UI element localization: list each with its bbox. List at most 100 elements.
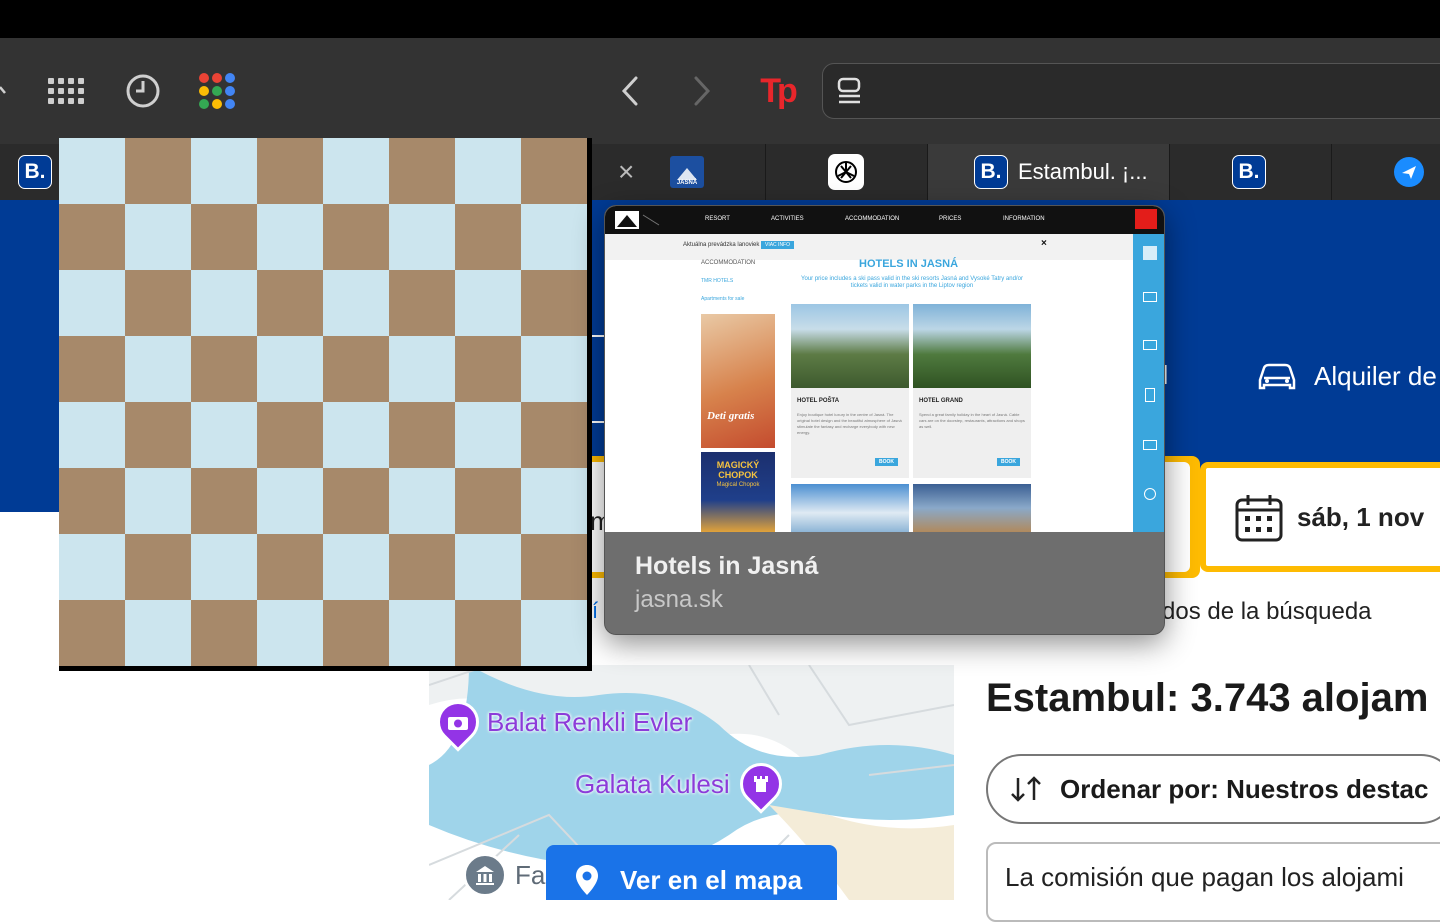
checker-cell — [59, 204, 125, 270]
tab-flights[interactable] — [1332, 144, 1440, 200]
site-side-heading: ACCOMMODATION — [701, 260, 756, 266]
nav-car-rental[interactable]: Alquiler de — [1256, 360, 1437, 392]
commission-notice: La comisión que pagan los alojami — [986, 842, 1440, 922]
site-banner: Aktuálna prevádzka lanoviek VIAC INFO × — [605, 234, 1133, 260]
sort-button[interactable]: Ordenar por: Nuestros destac — [986, 754, 1440, 824]
booking-icon: B. — [18, 155, 52, 189]
grid-icon[interactable] — [44, 70, 86, 112]
map-label-fa: Fa — [515, 859, 546, 890]
chevron-down-icon[interactable] — [0, 76, 10, 106]
jasna-icon: JASNÁ — [670, 156, 704, 188]
tp-extension-label: Tp — [760, 71, 797, 110]
map-poi-fa[interactable]: Fa — [463, 853, 545, 897]
hotel-book-button: BOOK — [875, 458, 898, 466]
checker-cell — [191, 270, 257, 336]
checker-cell — [125, 138, 191, 204]
plane-icon — [1394, 157, 1424, 187]
checker-cell — [59, 534, 125, 600]
map-poi-balat[interactable]: Balat Renkli Evler — [429, 692, 693, 752]
tab-title: Estambul. ¡... — [1018, 159, 1148, 184]
address-bar[interactable] — [822, 63, 1440, 119]
museum-icon — [463, 853, 507, 897]
date-value: sáb, 1 nov — [1297, 502, 1425, 532]
date-picker[interactable]: sáb, 1 nov — [1200, 462, 1440, 572]
history-icon[interactable] — [122, 70, 164, 112]
checker-cell — [257, 204, 323, 270]
map-poi-galata[interactable]: Galata Kulesi — [575, 754, 791, 814]
checker-cell — [125, 402, 191, 468]
site-side-link: TMR HOTELS — [701, 278, 734, 284]
view-map-label: Ver en el mapa — [620, 864, 803, 895]
checker-cell — [59, 468, 125, 534]
sort-icon — [1011, 776, 1041, 802]
checker-cell — [323, 138, 389, 204]
checker-cell — [323, 534, 389, 600]
tab-booking-1[interactable]: B. — [0, 144, 60, 200]
site-nav-item: PRICES — [939, 216, 962, 222]
checker-cell — [257, 534, 323, 600]
booking-icon-label: B. — [1238, 160, 1260, 183]
site-ad-kids-text: Deti gratis — [707, 410, 755, 422]
close-icon[interactable]: × — [618, 156, 648, 188]
checker-cell — [257, 270, 323, 336]
checkerboard-window[interactable] — [59, 138, 592, 671]
hotel-desc: Spend a great family holiday in the hear… — [919, 412, 1025, 429]
map-pin-icon — [576, 865, 598, 895]
hotel-photo — [913, 484, 1031, 532]
booking-icon: B. — [1232, 155, 1266, 189]
tp-extension-icon[interactable]: Tp — [752, 70, 802, 112]
site-ad-chopok: MAGICKÝ CHOPOK Magical Chopok — [701, 452, 775, 532]
back-icon[interactable] — [612, 70, 648, 112]
checker-cell — [257, 600, 323, 666]
forward-icon[interactable] — [684, 70, 720, 112]
hotel-name: HOTEL POŠTA — [797, 398, 840, 404]
site-side-link: Apartments for sale — [701, 296, 745, 302]
jasna-icon-label: JASNÁ — [676, 180, 698, 186]
hotel-book-button: BOOK — [997, 458, 1020, 466]
tab-booking-3[interactable]: B. — [1170, 144, 1332, 200]
checker-cell — [521, 270, 587, 336]
checker-cell — [59, 138, 125, 204]
checker-cell — [59, 402, 125, 468]
site-ad-chopok-sub: Magical Chopok — [716, 482, 760, 488]
checker-cell — [323, 204, 389, 270]
breadcrumb-partial[interactable]: í — [592, 598, 598, 624]
site-side-toolbar — [1133, 234, 1164, 532]
site-banner-text: Aktuálna prevádzka lanoviek — [683, 242, 760, 248]
chatgpt-icon — [828, 154, 864, 190]
site-ad-chopok-title: MAGICKÝ CHOPOK — [716, 460, 760, 480]
preview-footer: Hotels in Jasná jasna.sk — [605, 532, 1164, 634]
checkerboard — [59, 138, 592, 671]
sidebar-icon[interactable] — [833, 74, 867, 108]
site-nav-item: RESORT — [705, 216, 730, 222]
apps-icon[interactable] — [196, 70, 238, 112]
checker-cell — [521, 402, 587, 468]
car-icon — [1258, 363, 1296, 390]
tab-chatgpt[interactable] — [766, 144, 928, 200]
site-nav: RESORT ACTIVITIES ACCOMMODATION PRICES I… — [605, 206, 1164, 234]
view-map-button[interactable]: Ver en el mapa — [546, 845, 837, 900]
checker-cell — [191, 468, 257, 534]
site-nav-item: ACCOMMODATION — [845, 216, 900, 222]
booking-icon-label: B. — [24, 160, 46, 183]
checker-cell — [59, 336, 125, 402]
checker-cell — [521, 204, 587, 270]
checker-cell — [455, 270, 521, 336]
tab-booking-estambul[interactable]: B. Estambul. ¡... — [928, 144, 1170, 200]
checker-cell — [323, 468, 389, 534]
map-label-balat: Balat Renkli Evler — [487, 706, 693, 737]
hotel-name: HOTEL GRAND — [919, 398, 963, 404]
car-rental-label: Alquiler de — [1314, 360, 1437, 391]
checker-cell — [389, 204, 455, 270]
checker-cell — [191, 600, 257, 666]
checker-cell — [323, 270, 389, 336]
hotel-desc: Enjoy boutique hotel luxury in the centr… — [797, 412, 902, 435]
checker-cell — [389, 468, 455, 534]
site-banner-button: VIAC INFO — [761, 241, 795, 249]
preview-domain: jasna.sk — [635, 586, 724, 613]
preview-thumbnail: RESORT ACTIVITIES ACCOMMODATION PRICES I… — [605, 206, 1164, 532]
checker-cell — [191, 138, 257, 204]
map-preview[interactable]: Balat Renkli Evler Galata Kulesi Fa Ver … — [429, 665, 954, 900]
site-intro: Your price includes a ski pass valid in … — [801, 276, 1023, 289]
tab-jasna[interactable]: × JASNÁ — [604, 144, 766, 200]
